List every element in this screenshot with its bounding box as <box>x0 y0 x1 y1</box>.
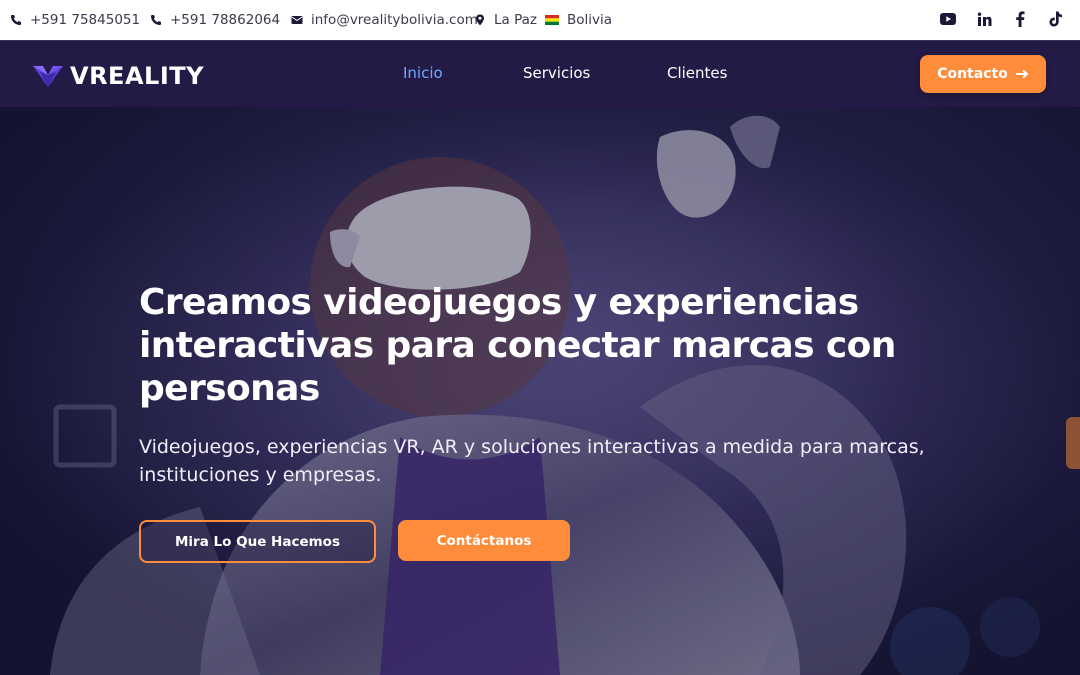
youtube-icon[interactable] <box>940 10 956 28</box>
email-link[interactable]: info@vrealitybolivia.com <box>291 12 478 28</box>
phone-icon <box>151 15 161 25</box>
contactanos-button[interactable]: Contáctanos <box>398 520 570 561</box>
nav-clientes[interactable]: Clientes <box>667 64 727 82</box>
location-city: La Paz <box>494 12 537 28</box>
bolivia-flag-icon <box>544 15 559 25</box>
nav-servicios[interactable]: Servicios <box>523 64 590 82</box>
hero-subtitle-line-2: instituciones y empresas. <box>139 464 382 486</box>
hero-title-line-1: Creamos videojuegos y experiencias <box>139 282 859 323</box>
contact-bar: +591 75845051 +591 78862064 info@vrealit… <box>0 0 1080 40</box>
main-navbar: VREALITY Inicio Servicios Clientes Conta… <box>0 40 1080 107</box>
phone-1-text: +591 75845051 <box>30 12 141 28</box>
vreality-logo-icon <box>33 66 63 87</box>
logo-text: VREALITY <box>70 62 204 90</box>
location-country: Bolivia <box>566 12 613 28</box>
hero-section: Creamos videojuegos y experiencias inter… <box>0 107 1080 675</box>
phone-icon <box>11 15 21 25</box>
hero-title: Creamos videojuegos y experiencias inter… <box>139 281 899 410</box>
phone-2-text: +591 78862064 <box>170 12 281 28</box>
linkedin-icon[interactable] <box>976 10 992 28</box>
hero-title-line-2: interactivas para conectar marcas con <box>139 325 896 366</box>
facebook-icon[interactable] <box>1012 10 1028 28</box>
logo[interactable]: VREALITY <box>32 62 204 90</box>
hero-subtitle-line-1: Videojuegos, experiencias VR, AR y soluc… <box>139 436 925 458</box>
location: La Paz Bolivia <box>474 12 612 28</box>
mira-lo-que-hacemos-button[interactable]: Mira Lo Que Hacemos <box>139 520 376 563</box>
hero-subtitle: Videojuegos, experiencias VR, AR y soluc… <box>139 433 929 489</box>
email-text: info@vrealitybolivia.com <box>311 12 478 28</box>
social-links <box>940 10 1064 28</box>
map-pin-icon <box>476 14 484 26</box>
phone-1[interactable]: +591 75845051 <box>10 12 140 28</box>
contacto-button-label: Contacto <box>937 66 1008 82</box>
phone-2[interactable]: +591 78862064 <box>150 12 280 28</box>
hero-title-line-3: personas <box>139 368 320 409</box>
contacto-button[interactable]: Contacto <box>920 55 1046 93</box>
tiktok-icon[interactable] <box>1048 10 1064 28</box>
nav-inicio[interactable]: Inicio <box>403 64 443 82</box>
envelope-icon <box>291 16 303 24</box>
arrow-right-icon <box>1015 69 1029 79</box>
